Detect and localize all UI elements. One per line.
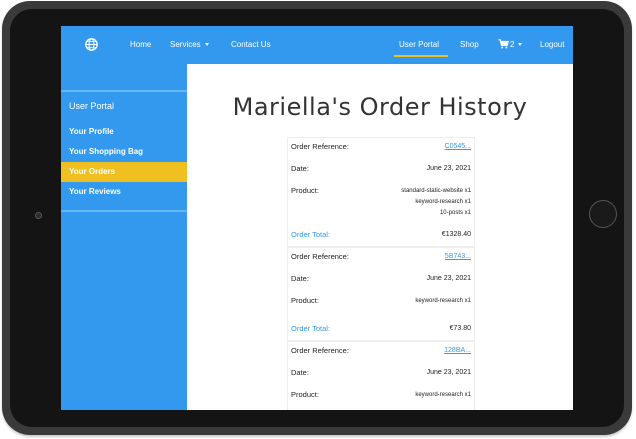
navbar: Home Services Contact Us User Portal Sho… bbox=[61, 26, 573, 64]
order-reference-label: Order Reference: bbox=[291, 252, 349, 261]
sidebar-item-your-orders[interactable]: Your Orders bbox=[61, 162, 187, 182]
order-date-label: Date: bbox=[291, 164, 309, 173]
cart-icon[interactable] bbox=[498, 39, 509, 49]
order-product-row: Product: keyword-research x1 bbox=[288, 292, 474, 320]
order-reference-row: Order Reference: 128BA... bbox=[288, 342, 474, 364]
order-date-value: June 23, 2021 bbox=[426, 369, 471, 376]
order-reference-label: Order Reference: bbox=[291, 142, 349, 151]
order-reference-row: Order Reference: 5B743... bbox=[288, 248, 474, 270]
order-reference-link[interactable]: 5B743... bbox=[445, 253, 471, 260]
orders-list: Order Reference: C0545... Date: June 23,… bbox=[287, 137, 475, 410]
camera-icon bbox=[35, 212, 42, 219]
order-total-row: Order Total: €1328.40 bbox=[288, 226, 474, 246]
order-product-list: keyword-research x1 bbox=[415, 296, 471, 307]
sidebar-item-your-reviews[interactable]: Your Reviews bbox=[61, 182, 187, 202]
order-total-value: €1328.40 bbox=[441, 231, 471, 238]
nav-services-label: Services bbox=[170, 40, 201, 49]
cart-count: 2 bbox=[510, 40, 515, 49]
order-product-label: Product: bbox=[291, 186, 319, 195]
sidebar-divider-bottom bbox=[61, 210, 187, 212]
page-title: Mariella's Order History bbox=[232, 93, 528, 121]
order-reference-link[interactable]: C0545... bbox=[445, 143, 471, 150]
globe-icon[interactable] bbox=[85, 38, 98, 51]
order-product-row: Product: standard-static-website x1 keyw… bbox=[288, 182, 474, 226]
order-date-row: Date: June 23, 2021 bbox=[288, 270, 474, 292]
nav-home[interactable]: Home bbox=[130, 40, 151, 49]
home-button[interactable] bbox=[589, 200, 617, 228]
order-total-label: Order Total: bbox=[291, 324, 331, 333]
product-item: keyword-research x1 bbox=[415, 392, 471, 398]
order-total-label: Order Total: bbox=[291, 230, 331, 239]
screen: Home Services Contact Us User Portal Sho… bbox=[61, 26, 573, 410]
nav-services[interactable]: Services bbox=[170, 40, 209, 49]
product-item: 10-posts x1 bbox=[439, 210, 471, 216]
order-reference-row: Order Reference: C0545... bbox=[288, 138, 474, 160]
order-product-row: Product: keyword-research x1 bbox=[288, 386, 474, 410]
chevron-down-icon bbox=[204, 43, 209, 47]
sidebar: User Portal Your Profile Your Shopping B… bbox=[61, 64, 187, 410]
nav-active-indicator bbox=[394, 55, 448, 57]
product-item: keyword-research x1 bbox=[415, 199, 471, 205]
sidebar-heading: User Portal bbox=[69, 101, 115, 111]
order-product-label: Product: bbox=[291, 296, 319, 305]
sidebar-item-your-shopping-bag[interactable]: Your Shopping Bag bbox=[61, 142, 187, 162]
sidebar-item-your-profile[interactable]: Your Profile bbox=[61, 122, 187, 142]
order-total-row: Order Total: €73.80 bbox=[288, 320, 474, 340]
order-date-row: Date: June 23, 2021 bbox=[288, 160, 474, 182]
main-content: Mariella's Order History Order Reference… bbox=[187, 64, 573, 410]
product-item: standard-static-website x1 bbox=[401, 188, 471, 194]
nav-shop[interactable]: Shop bbox=[460, 40, 479, 49]
nav-user-portal[interactable]: User Portal bbox=[399, 40, 439, 49]
order-date-label: Date: bbox=[291, 368, 309, 377]
nav-cart[interactable]: 2 bbox=[510, 40, 523, 49]
order-product-list: standard-static-website x1 keyword-resea… bbox=[401, 186, 471, 219]
order-card: Order Reference: C0545... Date: June 23,… bbox=[287, 137, 475, 247]
order-card: Order Reference: 128BA... Date: June 23,… bbox=[287, 341, 475, 410]
order-product-label: Product: bbox=[291, 390, 319, 399]
order-date-row: Date: June 23, 2021 bbox=[288, 364, 474, 386]
sidebar-divider-top bbox=[61, 90, 187, 92]
order-date-label: Date: bbox=[291, 274, 309, 283]
order-reference-label: Order Reference: bbox=[291, 346, 349, 355]
nav-logout[interactable]: Logout bbox=[540, 40, 564, 49]
chevron-down-icon bbox=[518, 43, 523, 47]
order-product-list: keyword-research x1 bbox=[415, 390, 471, 401]
order-reference-link[interactable]: 128BA... bbox=[444, 347, 471, 354]
order-date-value: June 23, 2021 bbox=[426, 275, 471, 282]
order-card: Order Reference: 5B743... Date: June 23,… bbox=[287, 247, 475, 341]
nav-contact[interactable]: Contact Us bbox=[231, 40, 271, 49]
order-total-value: €73.80 bbox=[449, 325, 471, 332]
product-item: keyword-research x1 bbox=[415, 298, 471, 304]
order-date-value: June 23, 2021 bbox=[426, 165, 471, 172]
